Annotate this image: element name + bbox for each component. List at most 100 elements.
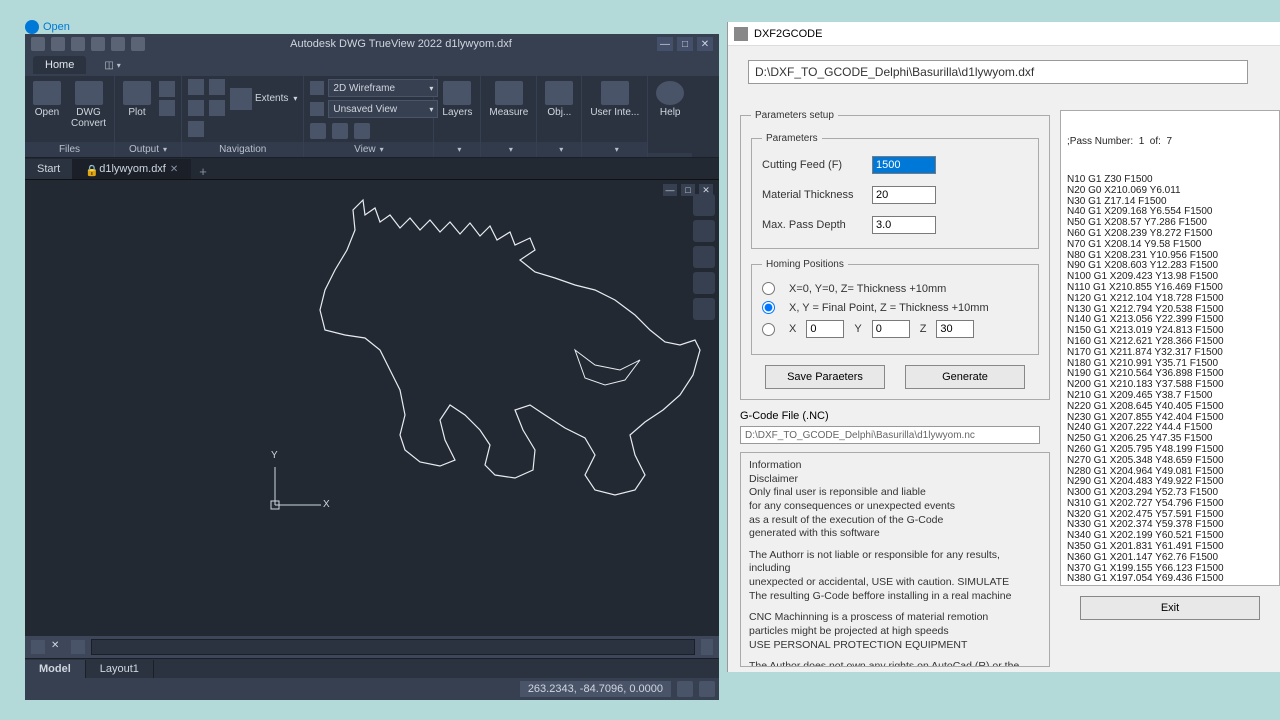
view-icon-1[interactable]: [310, 123, 326, 139]
pan-icon[interactable]: [188, 79, 204, 95]
minimize-button[interactable]: —: [657, 37, 673, 51]
cmd-customize-icon[interactable]: [31, 640, 45, 654]
plot-icon: [123, 81, 151, 105]
qat-undo-icon[interactable]: [91, 37, 105, 51]
max-pass-depth-input[interactable]: [872, 216, 936, 234]
gcode-output[interactable]: ;Pass Number: 1 of: 7 N10 G1 Z30 F1500 N…: [1060, 110, 1280, 586]
parameters-group: Parameters Cutting Feed (F) Material Thi…: [751, 133, 1039, 249]
max-pass-depth-label: Max. Pass Depth: [762, 219, 872, 231]
batch-plot-icon[interactable]: [159, 100, 175, 116]
cmd-expand-icon[interactable]: [701, 639, 713, 655]
dxf-file-path-input[interactable]: D:\DXF_TO_GCODE_Delphi\Basurilla\d1lywyo…: [748, 60, 1248, 84]
layers-button[interactable]: Layers: [440, 79, 474, 120]
help-button[interactable]: Help: [654, 79, 686, 120]
nav-extra-icon[interactable]: [188, 121, 204, 137]
panel-label-ui[interactable]: ▾: [582, 142, 647, 157]
forward-icon[interactable]: [209, 100, 225, 116]
maximize-button[interactable]: □: [677, 37, 693, 51]
orbit-icon[interactable]: [209, 79, 225, 95]
qat-plot-icon[interactable]: [71, 37, 85, 51]
status-icon-1[interactable]: [677, 681, 693, 697]
panel-navigation: Extents▾ Navigation: [182, 76, 304, 157]
user-interface-button[interactable]: User Inte...: [588, 79, 641, 120]
command-input[interactable]: [91, 639, 695, 655]
ucs-icon: Y X: [267, 450, 327, 516]
back-icon[interactable]: [188, 100, 204, 116]
lock-icon: 🔒: [85, 164, 95, 174]
panel-label-measure[interactable]: ▾: [481, 142, 536, 157]
homing-opt3-radio[interactable]: [762, 323, 775, 336]
gcode-file-path[interactable]: D:\DXF_TO_GCODE_Delphi\Basurilla\d1lywyo…: [740, 426, 1040, 444]
plot-button[interactable]: Plot: [121, 79, 153, 120]
homing-x-input[interactable]: [806, 320, 844, 338]
exit-button[interactable]: Exit: [1080, 596, 1260, 620]
parameters-setup-group: Parameters setup Parameters Cutting Feed…: [740, 110, 1050, 400]
dxf-titlebar: DXF2GCODE: [728, 22, 1280, 46]
open-button[interactable]: Open: [31, 79, 63, 120]
autocad-window: Autodesk DWG TrueView 2022 d1lywyom.dxf …: [25, 34, 719, 700]
layers-icon: [443, 81, 471, 105]
panel-label-layers[interactable]: ▾: [434, 142, 480, 157]
homing-y-label: Y: [854, 323, 861, 335]
quick-access-toolbar: [31, 37, 145, 51]
close-tab-icon[interactable]: ✕: [170, 164, 178, 175]
cmd-recent-icon[interactable]: [71, 640, 85, 654]
saved-view-dropdown[interactable]: Unsaved View▾: [328, 100, 438, 118]
panel-measure: Measure ▾: [481, 76, 537, 157]
horse-drawing: [285, 190, 705, 550]
tab-home[interactable]: Home: [33, 56, 86, 74]
help-icon: [656, 81, 684, 105]
gcode-lines: N10 G1 Z30 F1500 N20 G0 X210.069 Y6.011 …: [1067, 175, 1273, 586]
qat-app-icon[interactable]: [31, 37, 45, 51]
obj-icon: [545, 81, 573, 105]
cmd-close-icon[interactable]: ✕: [51, 640, 65, 654]
page-setup-icon[interactable]: [159, 81, 175, 97]
autocad-titlebar: Autodesk DWG TrueView 2022 d1lywyom.dxf …: [25, 34, 719, 54]
save-parameters-button[interactable]: Save Paraeters: [765, 365, 885, 389]
legend-params: Parameters: [762, 133, 822, 144]
panel-help: Help: [648, 76, 692, 157]
ribbon: Open DWG Convert Files Plot Output▾ Exte…: [25, 76, 719, 158]
dwg-convert-icon: [75, 81, 103, 105]
tab-file[interactable]: 🔒 d1lywyom.dxf ✕: [73, 159, 191, 179]
ribbon-extra-icon[interactable]: ◫▾: [104, 60, 120, 71]
panel-obj: Obj... ▾: [537, 76, 582, 157]
legend-homing: Homing Positions: [762, 259, 848, 270]
generate-button[interactable]: Generate: [905, 365, 1025, 389]
zoom-extents-button[interactable]: Extents▾: [230, 79, 297, 118]
saved-view-icon: [310, 102, 324, 116]
open-icon: [25, 20, 39, 34]
homing-y-input[interactable]: [872, 320, 910, 338]
view-icon-3[interactable]: [354, 123, 370, 139]
status-bar: 263.2343, -84.7096, 0.0000: [25, 678, 719, 700]
view-icon-2[interactable]: [332, 123, 348, 139]
qat-more-icon[interactable]: [131, 37, 145, 51]
tab-layout1[interactable]: Layout1: [86, 660, 154, 678]
legend-params-setup: Parameters setup: [751, 110, 838, 121]
homing-z-input[interactable]: [936, 320, 974, 338]
visual-style-dropdown[interactable]: 2D Wireframe▾: [328, 79, 438, 97]
qat-open-icon[interactable]: [51, 37, 65, 51]
zoom-extents-icon: [230, 88, 252, 110]
material-thickness-input[interactable]: [872, 186, 936, 204]
panel-view: 2D Wireframe▾ Unsaved View▾ View▾: [304, 76, 434, 157]
dwg-convert-button[interactable]: DWG Convert: [69, 79, 108, 131]
obj-button[interactable]: Obj...: [543, 79, 575, 120]
material-thickness-label: Material Thickness: [762, 189, 872, 201]
qat-redo-icon[interactable]: [111, 37, 125, 51]
homing-opt2-radio[interactable]: [762, 301, 775, 314]
open-label: Open: [43, 21, 70, 33]
status-icon-2[interactable]: [699, 681, 715, 697]
add-tab-button[interactable]: +: [191, 164, 215, 179]
measure-button[interactable]: Measure: [487, 79, 530, 120]
tab-start[interactable]: Start: [25, 159, 73, 179]
information-box: Information Disclaimer Only final user i…: [740, 452, 1050, 667]
folder-open-icon: [33, 81, 61, 105]
cutting-feed-input[interactable]: [872, 156, 936, 174]
homing-opt1-radio[interactable]: [762, 282, 775, 295]
tab-model[interactable]: Model: [25, 660, 86, 678]
panel-label-obj[interactable]: ▾: [537, 142, 581, 157]
panel-label-files: Files: [25, 142, 114, 157]
model-space[interactable]: — □ ✕ Y X: [25, 180, 719, 636]
close-button[interactable]: ✕: [697, 37, 713, 51]
